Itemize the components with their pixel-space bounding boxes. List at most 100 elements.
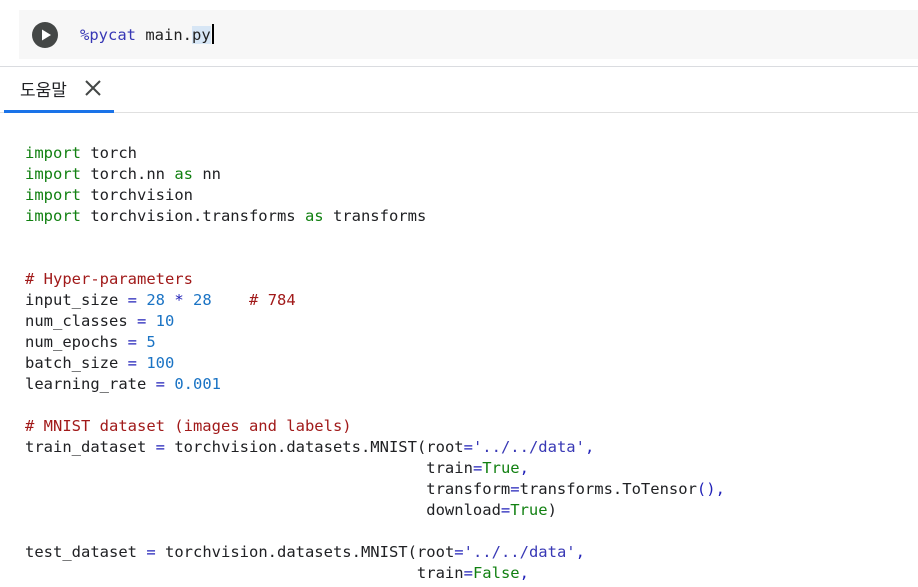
code-token: torchvision (81, 186, 193, 204)
code-token: = (510, 480, 520, 498)
code-token: = (454, 543, 464, 561)
code-line: import torch.nn as nn (25, 164, 725, 185)
code-token: torch (81, 144, 137, 162)
code-line: num_classes = 10 (25, 311, 725, 332)
code-line: train=False, (25, 563, 725, 584)
code-token: = (136, 312, 147, 330)
code-token: transform (25, 480, 511, 498)
code-token: = (146, 543, 156, 561)
code-line: num_epochs = 5 (25, 332, 725, 353)
code-token: batch_size (25, 354, 128, 372)
run-cell-button[interactable] (32, 22, 58, 48)
code-cell: %pycat main.py (0, 0, 918, 67)
tab-help[interactable]: 도움말 (4, 67, 114, 113)
help-tab-bar: 도움말 (0, 67, 918, 113)
code-token: download (25, 501, 501, 519)
code-token: num_classes (25, 312, 137, 330)
magic-argument: main. (136, 26, 192, 44)
code-token: = (463, 564, 473, 582)
code-token: , (519, 459, 529, 477)
code-token: transforms (323, 207, 427, 225)
code-token: * (174, 291, 184, 309)
code-line: # MNIST dataset (images and labels) (25, 416, 725, 437)
code-token: = (472, 459, 483, 477)
code-line: batch_size = 100 (25, 353, 725, 374)
code-token: nn (193, 165, 221, 183)
close-icon[interactable] (84, 79, 102, 97)
code-line: test_dataset = torchvision.datasets.MNIS… (25, 542, 725, 563)
code-token: # Hyper-parameters (25, 270, 193, 288)
code-line: transform=transforms.ToTensor(), (25, 479, 725, 500)
code-token: = (127, 291, 137, 309)
code-token: 5 (146, 333, 156, 351)
code-token: 28 (193, 291, 212, 309)
code-token: import (25, 207, 81, 225)
code-line: input_size = 28 * 28 # 784 (25, 290, 725, 311)
code-token: = (155, 375, 165, 393)
code-token: torch.nn (81, 165, 175, 183)
code-token: = (155, 438, 165, 456)
code-token: False (472, 564, 520, 582)
file-listing: import torch import torch.nn as nn import … (25, 143, 725, 584)
code-token: 28 (146, 291, 166, 309)
code-line: # Hyper-parameters (25, 269, 725, 290)
code-token: = (127, 333, 137, 351)
tab-help-label: 도움말 (20, 81, 67, 101)
code-line: train=True, (25, 458, 725, 479)
code-token: # MNIST dataset (images and labels) (25, 417, 352, 435)
magic-command: %pycat (80, 26, 136, 44)
code-line: learning_rate = 0.001 (25, 374, 725, 395)
code-token: , (584, 438, 595, 456)
code-token: test_dataset (25, 543, 147, 561)
code-line: train_dataset = torchvision.datasets.MNI… (25, 437, 725, 458)
code-token: torchvision.transforms (81, 207, 305, 225)
text-cursor (211, 24, 214, 44)
code-token: as (174, 165, 193, 183)
code-token: import (25, 186, 81, 204)
code-token: '../../data' (463, 543, 576, 561)
code-token: input_size (25, 291, 128, 309)
code-token: import (25, 165, 81, 183)
code-token: transforms.ToTensor (519, 480, 697, 498)
code-token: import (25, 144, 81, 162)
code-token: '../../data' (472, 438, 585, 456)
code-token: torchvision.datasets.MNIST(root (165, 438, 464, 456)
code-token: learning_rate (25, 375, 156, 393)
code-token: True (510, 501, 548, 519)
code-line: import torch (25, 143, 725, 164)
code-token: # 784 (249, 291, 296, 309)
code-token: (), (696, 480, 725, 498)
code-token: , (575, 543, 585, 561)
code-token: ) (547, 501, 557, 519)
code-token: , (519, 564, 529, 582)
code-token: train (25, 564, 464, 582)
play-icon (42, 29, 51, 41)
code-token: 0.001 (174, 375, 222, 393)
code-line: download=True) (25, 500, 725, 521)
code-token: 10 (155, 312, 175, 330)
code-token: = (500, 501, 511, 519)
cell-code-line[interactable]: %pycat main.py (80, 24, 214, 46)
code-token: 100 (146, 354, 175, 372)
code-token: as (304, 207, 324, 225)
code-token: train_dataset (25, 438, 156, 456)
code-token: num_epochs (25, 333, 128, 351)
code-line: import torchvision (25, 185, 725, 206)
code-token: True (482, 459, 520, 477)
code-token: = (463, 438, 473, 456)
code-token: train (25, 459, 473, 477)
code-line: import torchvision.transforms as transfo… (25, 206, 725, 227)
code-token: = (127, 354, 137, 372)
